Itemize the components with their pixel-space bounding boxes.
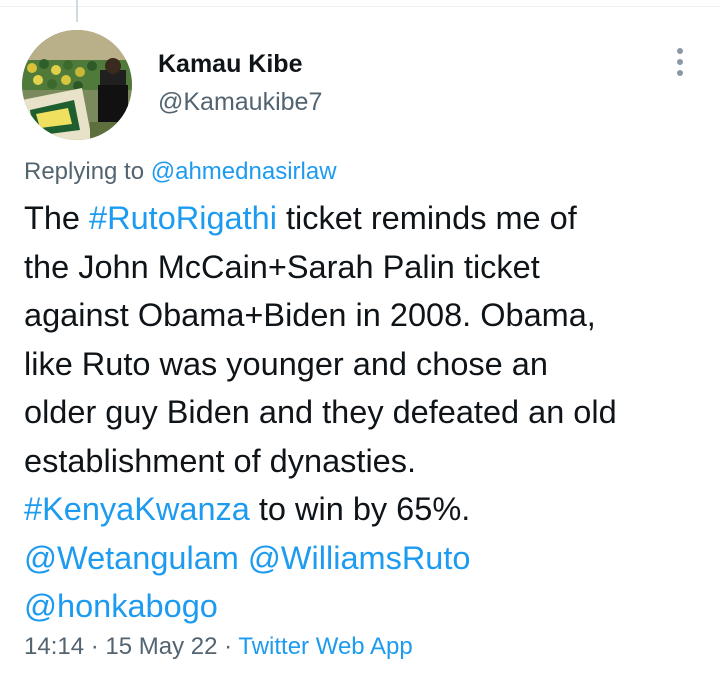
tweet-line: The #RutoRigathi ticket reminds me of (24, 194, 714, 243)
meta-separator: · (84, 633, 106, 660)
tweet-line: #KenyaKwanza to win by 65%. (24, 485, 714, 534)
mention-williamsruto[interactable]: @WilliamsRuto (248, 540, 471, 576)
dot (677, 70, 683, 76)
replying-to: Replying to @ahmednasirlaw (24, 158, 337, 186)
mention-honkabogo[interactable]: @honkabogo (24, 588, 218, 624)
hashtag-kenyakwanza[interactable]: #KenyaKwanza (24, 491, 250, 527)
tweet-meta: 14:14 · 15 May 22 · Twitter Web App (24, 633, 413, 661)
more-options-icon[interactable] (666, 44, 694, 80)
thread-connector-line (76, 0, 78, 22)
hashtag-rutorigathi[interactable]: #RutoRigathi (89, 200, 277, 236)
meta-separator: · (217, 633, 239, 660)
tweet-source[interactable]: Twitter Web App (238, 633, 412, 660)
avatar[interactable] (22, 30, 132, 140)
tweet-text-segment: The (24, 200, 90, 236)
tweet-text: The #RutoRigathi ticket reminds me of th… (24, 194, 714, 631)
dot (677, 48, 683, 54)
tweet-line: the John McCain+Sarah Palin ticket (24, 248, 540, 285)
author-handle[interactable]: @Kamaukibe7 (158, 88, 322, 117)
tweet-line: establishment of dynasties. (24, 442, 417, 479)
author-name[interactable]: Kamau Kibe (158, 50, 302, 79)
avatar-photo (22, 30, 132, 140)
tweet-time[interactable]: 14:14 (24, 633, 84, 660)
tweet-text-segment: to win by 65%. (249, 491, 471, 527)
replying-to-label: Replying to (24, 158, 145, 185)
tweet-line: @honkabogo (24, 582, 714, 631)
top-divider (0, 6, 720, 7)
tweet-line: older guy Biden and they defeated an old (24, 394, 617, 430)
dot (677, 59, 683, 65)
tweet-line: like Ruto was younger and chose an (24, 345, 548, 382)
tweet-text-segment: ticket reminds me of (276, 200, 577, 236)
tweet-line: against Obama+Biden in 2008. Obama, (24, 297, 596, 333)
tweet-line: @Wetangulam @WilliamsRuto (24, 534, 714, 583)
tweet-date[interactable]: 15 May 22 (105, 633, 217, 660)
replying-to-handle[interactable]: @ahmednasirlaw (151, 158, 337, 185)
mention-wetangulam[interactable]: @Wetangulam (24, 540, 239, 576)
